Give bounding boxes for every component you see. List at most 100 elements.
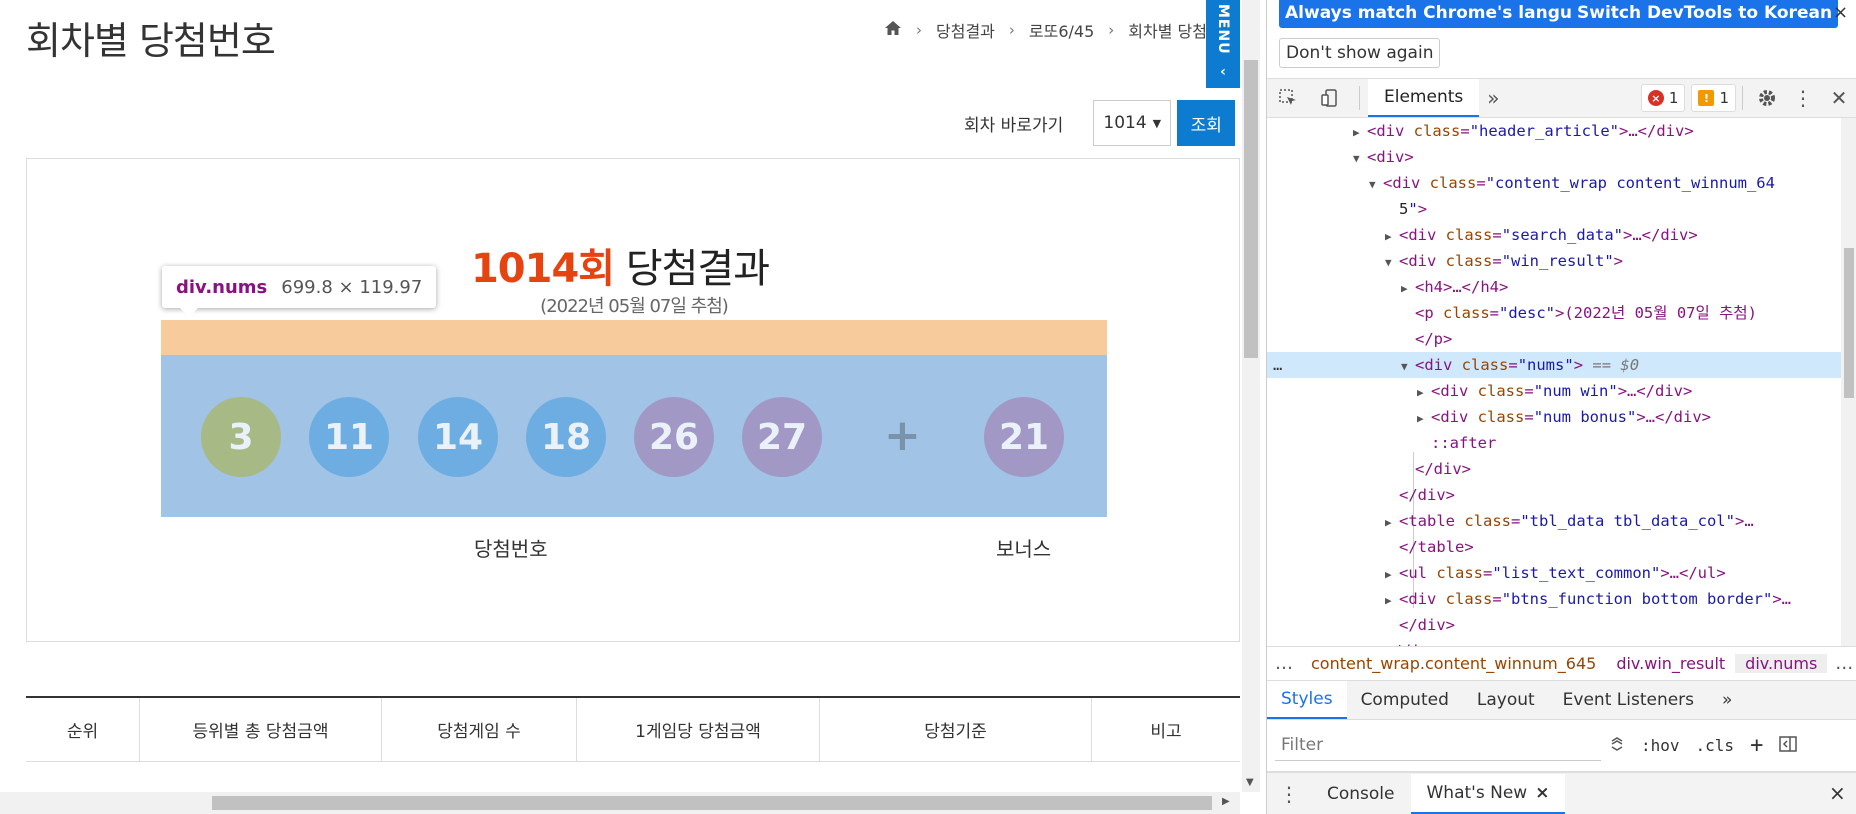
collapse-icon[interactable]: ▼ bbox=[1385, 250, 1399, 276]
close-tab-icon[interactable]: × bbox=[1535, 783, 1549, 803]
round-select[interactable]: 1014 ▼ bbox=[1093, 100, 1172, 146]
dom-node[interactable]: ▼ <div class="content_wrap content_winnum… bbox=[1267, 170, 1841, 196]
winning-number-ball: 18 bbox=[526, 397, 606, 477]
page-vertical-scrollbar[interactable]: ▼ bbox=[1242, 0, 1260, 792]
hov-button[interactable]: :hov bbox=[1633, 736, 1688, 755]
more-tabs-icon[interactable]: » bbox=[1479, 86, 1507, 110]
kebab-menu-icon[interactable]: ⋮ bbox=[1785, 86, 1821, 110]
dom-node[interactable]: ▶ <div class="num bonus">…</div> bbox=[1267, 404, 1841, 430]
dom-node[interactable]: ▶ <table class="tbl_data tbl_data_col">… bbox=[1267, 508, 1841, 534]
dom-node[interactable]: </div> bbox=[1267, 612, 1841, 638]
dom-node[interactable]: </div> bbox=[1267, 638, 1841, 646]
collapse-icon[interactable]: ▼ bbox=[1401, 354, 1415, 380]
breadcrumb-item[interactable]: 회차별 당첨 bbox=[1128, 18, 1207, 42]
close-devtools-icon[interactable]: ✕ bbox=[1821, 86, 1856, 110]
result-title-suffix: 당첨결과 bbox=[625, 246, 770, 292]
dom-node[interactable]: ▶ <div class="search_data">…</div> bbox=[1267, 222, 1841, 248]
device-toolbar-icon[interactable] bbox=[1309, 88, 1351, 108]
tab-computed[interactable]: Computed bbox=[1347, 681, 1463, 719]
expand-icon[interactable]: ▶ bbox=[1385, 562, 1399, 588]
node-actions-icon[interactable]: … bbox=[1273, 352, 1282, 378]
element-inspect-tooltip: div.nums 699.8 × 119.97 bbox=[162, 266, 437, 317]
dom-node-selected[interactable]: … ▼ <div class="nums"> == $0 bbox=[1267, 352, 1841, 378]
dom-node-text: </div> bbox=[1415, 460, 1471, 478]
switch-korean-button[interactable]: Switch DevTools to Korean bbox=[1571, 0, 1839, 28]
home-icon[interactable] bbox=[884, 20, 902, 40]
dom-node[interactable]: ::after bbox=[1267, 430, 1841, 456]
dom-node[interactable]: 5"> bbox=[1267, 196, 1841, 222]
tab-layout[interactable]: Layout bbox=[1463, 681, 1549, 719]
tab-event-listeners[interactable]: Event Listeners bbox=[1549, 681, 1708, 719]
breadcrumb-more[interactable]: … bbox=[1267, 653, 1301, 674]
tab-styles[interactable]: Styles bbox=[1267, 681, 1347, 719]
close-icon[interactable]: × bbox=[1833, 2, 1848, 23]
dom-node[interactable]: </div> bbox=[1267, 456, 1841, 482]
collapse-icon[interactable]: ▼ bbox=[1353, 146, 1367, 172]
expand-icon[interactable]: ▶ bbox=[1385, 588, 1399, 614]
table-header: 당첨기준 bbox=[820, 698, 1092, 762]
scroll-down-icon[interactable]: ▼ bbox=[1246, 777, 1254, 788]
dom-node[interactable]: ▶ <h4>…</h4> bbox=[1267, 274, 1841, 300]
dom-tree-scrollbar[interactable] bbox=[1841, 118, 1856, 646]
menu-tab-label: MENU bbox=[1215, 4, 1231, 55]
expand-icon[interactable]: ▶ bbox=[1385, 510, 1399, 536]
tab-elements[interactable]: Elements bbox=[1368, 79, 1480, 117]
toggle-element-state-icon[interactable] bbox=[1601, 736, 1633, 756]
scroll-right-icon[interactable]: ▶ bbox=[1222, 796, 1230, 807]
devtools-panel: Always match Chrome's language Switch De… bbox=[1266, 0, 1856, 814]
scrollbar-thumb[interactable] bbox=[1844, 248, 1854, 398]
expand-icon[interactable]: ▶ bbox=[1417, 380, 1431, 406]
styles-pane-tabs: Styles Computed Layout Event Listeners » bbox=[1267, 680, 1856, 720]
dom-node[interactable]: <p class="desc">(2022년 05월 07일 추첨) bbox=[1267, 300, 1841, 326]
breadcrumb-item-selected[interactable]: div.nums bbox=[1735, 654, 1828, 673]
warning-count: 1 bbox=[1719, 89, 1729, 107]
expand-icon[interactable]: ▶ bbox=[1401, 276, 1415, 302]
more-tabs-icon[interactable]: » bbox=[1708, 681, 1746, 719]
dom-node[interactable]: ▶ <div class="btns_function bottom border… bbox=[1267, 586, 1841, 612]
screen: 회차별 당첨번호 › 당첨결과 › 로또6/45 › 회차별 당첨 MENU ‹… bbox=[0, 0, 1856, 814]
scrollbar-thumb[interactable] bbox=[1244, 60, 1258, 358]
dom-node[interactable]: ▼ <div> bbox=[1267, 144, 1841, 170]
dom-node[interactable]: ▼ <div class="win_result"> bbox=[1267, 248, 1841, 274]
dom-node[interactable]: ▶ <div class="num win">…</div> bbox=[1267, 378, 1841, 404]
tab-whats-new[interactable]: What's New × bbox=[1410, 773, 1566, 814]
styles-filter-input[interactable]: Filter bbox=[1275, 730, 1601, 761]
gear-icon[interactable] bbox=[1749, 88, 1785, 108]
dom-node[interactable]: </p> bbox=[1267, 326, 1841, 352]
dom-node[interactable]: </div> bbox=[1267, 482, 1841, 508]
page-horizontal-scrollbar[interactable]: ▶ bbox=[0, 792, 1240, 814]
table-header: 비고 bbox=[1092, 698, 1240, 762]
expand-icon[interactable]: ▶ bbox=[1417, 406, 1431, 432]
dom-node-text: <div class="nums"> bbox=[1415, 356, 1584, 374]
match-language-button[interactable]: Always match Chrome's language bbox=[1279, 0, 1614, 28]
dom-node[interactable]: ▶ <div class="header_article">…</div> bbox=[1267, 118, 1841, 144]
tab-whats-new-label: What's New bbox=[1426, 782, 1528, 803]
new-style-rule-button[interactable]: + bbox=[1742, 733, 1771, 758]
close-drawer-icon[interactable]: × bbox=[1829, 781, 1846, 805]
dont-show-again-button[interactable]: Don't show again bbox=[1279, 38, 1441, 68]
inspect-element-icon[interactable] bbox=[1267, 88, 1309, 108]
breadcrumb-item[interactable]: div.win_result bbox=[1606, 654, 1735, 673]
breadcrumb-item[interactable]: 당첨결과 bbox=[936, 18, 995, 42]
cls-button[interactable]: .cls bbox=[1688, 736, 1743, 755]
warning-counter[interactable]: ! 1 bbox=[1691, 84, 1736, 112]
breadcrumb-item[interactable]: 로또6/45 bbox=[1029, 18, 1094, 42]
breadcrumb-item[interactable]: content_wrap.content_winnum_645 bbox=[1301, 654, 1606, 673]
collapse-icon[interactable]: ▼ bbox=[1369, 172, 1383, 198]
side-menu-tab[interactable]: MENU ‹ bbox=[1206, 0, 1240, 88]
tab-console[interactable]: Console bbox=[1311, 774, 1411, 814]
error-counter[interactable]: × 1 bbox=[1640, 84, 1686, 112]
round-search-button[interactable]: 조회 bbox=[1177, 100, 1236, 146]
breadcrumb: › 당첨결과 › 로또6/45 › 회차별 당첨 bbox=[884, 18, 1207, 42]
expand-icon[interactable]: ▶ bbox=[1353, 120, 1367, 146]
toggle-sidebar-icon[interactable] bbox=[1771, 735, 1805, 756]
breadcrumb-more[interactable]: … bbox=[1827, 653, 1856, 674]
dom-node[interactable]: </table> bbox=[1267, 534, 1841, 560]
winning-number-ball: 3 bbox=[201, 397, 281, 477]
dom-node[interactable]: ▶ <ul class="list_text_common">…</ul> bbox=[1267, 560, 1841, 586]
drawer-menu-icon[interactable]: ⋮ bbox=[1267, 782, 1311, 806]
winning-number-ball: 11 bbox=[309, 397, 389, 477]
scrollbar-thumb[interactable] bbox=[212, 796, 1212, 810]
dom-node-text: <div> bbox=[1367, 148, 1414, 166]
expand-icon[interactable]: ▶ bbox=[1385, 224, 1399, 250]
